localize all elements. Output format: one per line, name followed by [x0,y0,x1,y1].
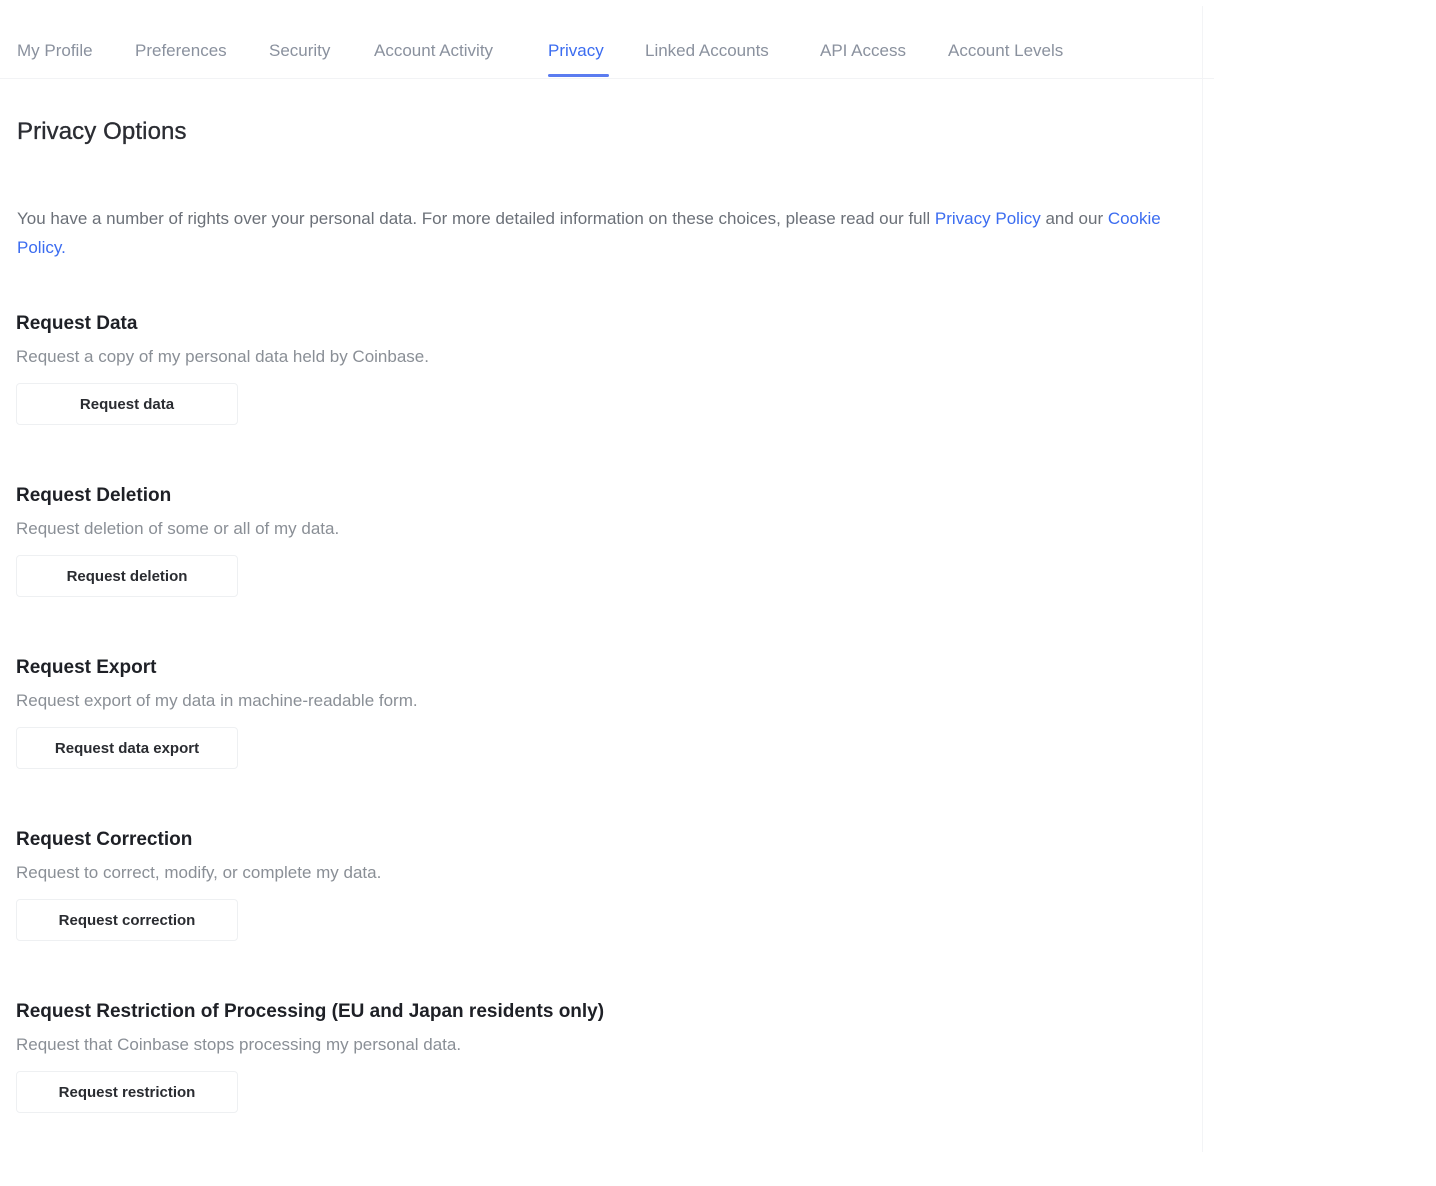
request-restriction-button[interactable]: Request restriction [16,1071,238,1113]
section-request-restriction: Request Restriction of Processing (EU an… [16,1000,916,1113]
section-description: Request that Coinbase stops processing m… [16,1035,462,1054]
settings-panel: My Profile Preferences Security Account … [0,6,1214,1152]
section-title: Request Restriction of Processing (EU an… [16,1001,605,1022]
section-description: Request to correct, modify, or complete … [16,863,382,882]
tab-privacy[interactable]: Privacy [548,41,604,61]
tab-api-access[interactable]: API Access [820,41,906,61]
settings-tabs: My Profile Preferences Security Account … [0,6,1214,79]
section-request-export: Request Export Request export of my data… [16,656,916,769]
privacy-policy-link[interactable]: Privacy Policy [935,209,1041,228]
section-title: Request Export [16,657,157,678]
cookie-policy-period: . [61,238,66,257]
active-tab-indicator [548,74,609,77]
request-data-button[interactable]: Request data [16,383,238,425]
section-request-data: Request Data Request a copy of my person… [16,312,916,425]
intro-text-middle: and our [1040,209,1108,228]
section-title: Request Correction [16,829,193,850]
section-request-correction: Request Correction Request to correct, m… [16,828,916,941]
section-description: Request export of my data in machine-rea… [16,691,418,710]
page-title: Privacy Options [17,118,187,145]
tab-account-activity[interactable]: Account Activity [374,41,493,61]
section-title: Request Deletion [16,485,172,506]
tab-my-profile[interactable]: My Profile [17,41,93,61]
intro-text-start: You have a number of rights over your pe… [17,209,935,228]
tab-security[interactable]: Security [269,41,330,61]
tab-linked-accounts[interactable]: Linked Accounts [645,41,769,61]
section-title: Request Data [16,313,138,334]
section-request-deletion: Request Deletion Request deletion of som… [16,484,916,597]
section-description: Request deletion of some or all of my da… [16,519,340,538]
request-data-export-button[interactable]: Request data export [16,727,238,769]
request-deletion-button[interactable]: Request deletion [16,555,238,597]
tab-account-levels[interactable]: Account Levels [948,41,1063,61]
section-description: Request a copy of my personal data held … [16,347,429,366]
request-correction-button[interactable]: Request correction [16,899,238,941]
tab-preferences[interactable]: Preferences [135,41,227,61]
privacy-intro-text: You have a number of rights over your pe… [17,204,1197,262]
